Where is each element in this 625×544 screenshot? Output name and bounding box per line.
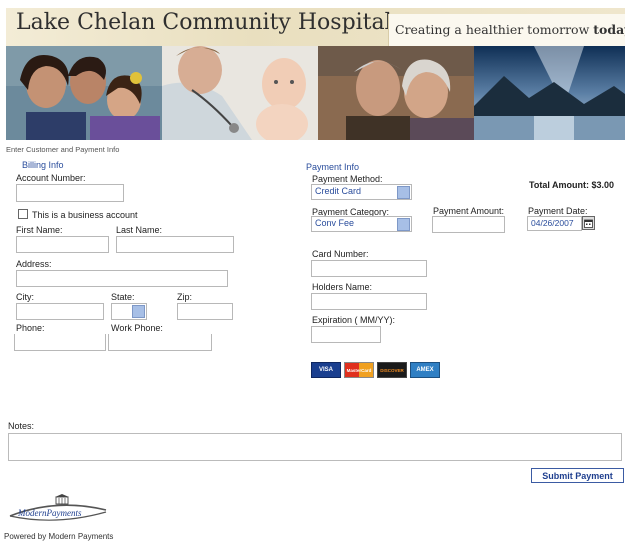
- family-photo: [6, 46, 162, 140]
- notes-label: Notes:: [8, 421, 35, 431]
- state-dropdown-button[interactable]: [132, 305, 145, 318]
- amex-card-icon: AMEX: [410, 362, 440, 378]
- work-phone-label: Work Phone:: [111, 323, 163, 333]
- card-number-input[interactable]: [311, 260, 427, 277]
- state-label: State:: [111, 292, 135, 302]
- notes-textarea[interactable]: [8, 433, 622, 461]
- form-intro: Enter Customer and Payment Info: [6, 145, 120, 154]
- holder-name-input[interactable]: [311, 293, 427, 310]
- address-input[interactable]: [16, 270, 228, 287]
- business-account-checkbox[interactable]: [18, 209, 28, 219]
- tagline: Creating a healthier tomorrow today.: [395, 22, 625, 37]
- phone-label: Phone:: [16, 323, 45, 333]
- logo-text: ModernPayments: [18, 508, 82, 518]
- payment-method-label: Payment Method:: [312, 174, 383, 184]
- zip-label: Zip:: [177, 292, 193, 302]
- payment-category-dropdown-button[interactable]: [397, 218, 410, 231]
- payment-method-select[interactable]: Credit Card: [311, 184, 412, 200]
- calendar-icon[interactable]: [582, 216, 595, 230]
- modern-payments-logo: ModernPayments: [6, 494, 110, 526]
- billing-section-title: Billing Info: [22, 160, 64, 170]
- mastercard-card-icon: MasterCard: [344, 362, 374, 378]
- payment-category-value: Conv Fee: [315, 218, 355, 228]
- account-number-label: Account Number:: [16, 173, 86, 183]
- payment-method-dropdown-button[interactable]: [397, 186, 410, 199]
- payment-date-label: Payment Date:: [528, 206, 588, 216]
- elderly-couple-photo: [318, 46, 474, 140]
- payment-method-value: Credit Card: [315, 186, 362, 196]
- state-select[interactable]: [111, 303, 147, 320]
- business-account-label: This is a business account: [32, 210, 138, 220]
- hospital-banner: Lake Chelan Community Hospital Creating …: [6, 8, 625, 140]
- last-name-input[interactable]: [116, 236, 234, 253]
- expiration-label: Expiration ( MM/YY):: [312, 315, 396, 325]
- discover-card-icon: DISCOVER: [377, 362, 407, 378]
- hospital-name: Lake Chelan Community Hospital: [16, 10, 392, 35]
- work-phone-input[interactable]: [108, 334, 212, 351]
- city-label: City:: [16, 292, 34, 302]
- first-name-label: First Name:: [16, 225, 63, 235]
- payment-category-select[interactable]: Conv Fee: [311, 216, 412, 232]
- last-name-label: Last Name:: [116, 225, 163, 235]
- holder-name-label: Holders Name:: [312, 282, 373, 292]
- zip-input[interactable]: [177, 303, 233, 320]
- payment-amount-input[interactable]: [432, 216, 505, 233]
- submit-payment-button[interactable]: Submit Payment: [531, 468, 624, 483]
- total-amount: Total Amount: $3.00: [529, 180, 615, 190]
- address-label: Address:: [16, 259, 52, 269]
- banner-title-strip: Lake Chelan Community Hospital Creating …: [6, 8, 625, 46]
- tagline-box: Creating a healthier tomorrow today.: [388, 14, 625, 46]
- first-name-input[interactable]: [16, 236, 109, 253]
- doctor-baby-photo: [162, 46, 318, 140]
- payment-amount-label: Payment Amount:: [433, 206, 505, 216]
- city-input[interactable]: [16, 303, 104, 320]
- payment-section-title: Payment Info: [306, 162, 360, 172]
- payment-date-input[interactable]: 04/26/2007: [527, 216, 582, 231]
- mountain-lake-photo: [474, 46, 625, 140]
- card-number-label: Card Number:: [312, 249, 369, 259]
- account-number-input[interactable]: [16, 184, 124, 202]
- phone-input[interactable]: [14, 334, 106, 351]
- powered-by-text: Powered by Modern Payments: [4, 532, 114, 541]
- expiration-input[interactable]: [311, 326, 381, 343]
- visa-card-icon: VISA: [311, 362, 341, 378]
